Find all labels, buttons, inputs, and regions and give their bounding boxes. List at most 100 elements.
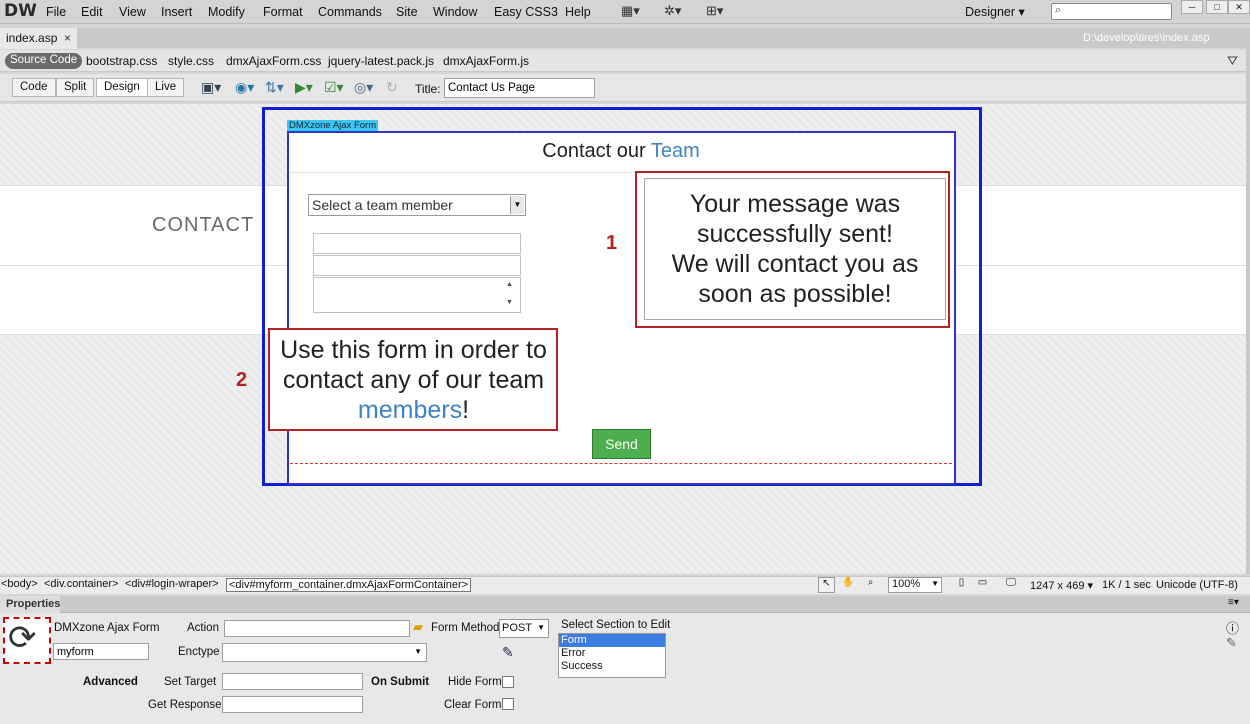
chevron-down-icon: ▼ <box>537 623 545 632</box>
tag-selector[interactable]: <div.container> <box>44 578 118 590</box>
code-view-button[interactable]: Code <box>12 78 56 97</box>
success-message-line: Your message was <box>689 190 901 218</box>
globe-icon[interactable]: ◉▾ <box>235 79 254 96</box>
filter-icon[interactable]: ⛛ <box>1227 53 1238 69</box>
form-method-select[interactable]: POST ▼ <box>499 619 549 638</box>
menu-easy-css3[interactable]: Easy CSS3 <box>494 5 558 19</box>
related-file[interactable]: bootstrap.css <box>86 54 157 68</box>
split-view-button[interactable]: Split <box>56 78 95 97</box>
ajax-form-label[interactable]: DMXzone Ajax Form <box>287 120 379 131</box>
tag-selector[interactable]: <body> <box>1 578 38 590</box>
success-message-line: We will contact you as <box>671 250 919 278</box>
action-label: Action <box>187 622 219 634</box>
preview-icon[interactable]: ▶▾ <box>295 79 313 96</box>
zoom-icon[interactable]: ⌕ <box>862 577 879 593</box>
chevron-down-icon[interactable]: ▼ <box>510 196 524 214</box>
menu-help[interactable]: Help <box>565 5 591 19</box>
search-icon: ⌕ <box>1055 4 1062 16</box>
form-heading: Contact our Team <box>288 140 954 163</box>
form-id-input[interactable] <box>53 643 149 660</box>
menu-modify[interactable]: Modify <box>208 5 245 19</box>
tag-selector[interactable]: <div#login-wraper> <box>125 578 219 590</box>
visual-aids-icon[interactable]: ◎▾ <box>354 79 373 96</box>
scroll-up-icon[interactable]: ▲ <box>506 281 513 288</box>
tag-selector-selected[interactable]: <div#myform_container.dmxAjaxFormContain… <box>226 578 472 592</box>
related-file[interactable]: dmxAjaxForm.css <box>226 54 321 68</box>
source-code-button[interactable]: Source Code <box>5 53 83 69</box>
help-search-input[interactable]: ⌕ <box>1051 3 1172 20</box>
section-listbox[interactable]: Form Error Success <box>558 633 666 678</box>
menu-view[interactable]: View <box>119 5 146 19</box>
hide-form-label: Hide Form <box>448 676 502 688</box>
success-message: Your message was successfully sent! We w… <box>646 189 944 309</box>
document-toolbar <box>0 74 1250 102</box>
contact-heading: CONTACT <box>152 214 255 236</box>
hand-icon[interactable]: ✋ <box>840 577 857 593</box>
hide-form-checkbox[interactable] <box>502 676 514 688</box>
menu-format[interactable]: Format <box>263 5 303 19</box>
action-input[interactable] <box>224 620 410 637</box>
tablet-size-icon[interactable]: ▭ <box>974 577 991 593</box>
element-type-label: DMXzone Ajax Form <box>54 622 160 634</box>
related-file[interactable]: jquery-latest.pack.js <box>328 54 434 68</box>
edit-tag-icon[interactable]: ✎ <box>502 644 514 661</box>
email-field[interactable] <box>313 255 521 276</box>
annotation-number-1: 1 <box>606 232 618 254</box>
form-intro-text: Use this form in order to contact any of… <box>270 335 557 425</box>
dreamweaver-logo: DW <box>4 1 37 21</box>
team-member-select[interactable]: Select a team member <box>308 194 526 216</box>
page-title-input[interactable] <box>444 78 595 98</box>
form-method-label: Form Method <box>431 622 500 634</box>
design-view-button[interactable]: Design <box>96 78 148 97</box>
properties-tab[interactable]: Properties <box>0 596 60 613</box>
zoom-select[interactable]: 100% ▼ <box>888 577 942 593</box>
quick-tag-editor-icon[interactable]: ✎ <box>1226 635 1237 651</box>
refresh-icon[interactable]: ↻ <box>386 79 398 96</box>
success-message-line: successfully sent! <box>697 220 893 248</box>
gear-icon[interactable]: ✲▾ <box>664 3 681 19</box>
menu-insert[interactable]: Insert <box>161 5 192 19</box>
site-map-icon[interactable]: ⊞▾ <box>706 3 723 19</box>
menu-commands[interactable]: Commands <box>318 5 382 19</box>
phone-size-icon[interactable]: ▯ <box>953 577 970 593</box>
section-option-success[interactable]: Success <box>559 660 665 673</box>
intro-line: Use this form in order to <box>280 336 547 364</box>
file-management-icon[interactable]: ⇅▾ <box>265 79 284 96</box>
workspace-switcher[interactable]: Designer ▾ <box>965 4 1025 19</box>
get-response-input[interactable] <box>222 696 363 713</box>
section-option-form[interactable]: Form <box>559 634 665 647</box>
clear-form-checkbox[interactable] <box>502 698 514 710</box>
close-tab-icon[interactable]: × <box>64 31 71 45</box>
menu-edit[interactable]: Edit <box>81 5 103 19</box>
set-target-input[interactable] <box>222 673 363 690</box>
close-window-icon[interactable]: ✕ <box>1228 0 1250 14</box>
folder-icon[interactable]: ▰ <box>413 619 423 635</box>
live-view-button[interactable]: Live <box>147 78 185 97</box>
panel-menu-icon[interactable]: ≡▾ <box>1228 597 1239 608</box>
section-option-error[interactable]: Error <box>559 647 665 660</box>
multiscreen-icon[interactable]: ▣▾ <box>201 79 221 96</box>
zoom-value: 100% <box>892 578 921 590</box>
menu-file[interactable]: File <box>46 5 66 19</box>
check-page-icon[interactable]: ☑▾ <box>324 79 344 96</box>
advanced-label: Advanced <box>83 676 138 688</box>
menu-window[interactable]: Window <box>433 5 477 19</box>
minimize-icon[interactable]: ─ <box>1181 0 1203 14</box>
vertical-scrollbar[interactable] <box>1246 28 1250 574</box>
enctype-select[interactable]: ▼ <box>222 643 427 662</box>
scroll-down-icon[interactable]: ▼ <box>506 299 513 306</box>
desktop-size-icon[interactable]: 🖵 <box>1000 577 1022 593</box>
send-button[interactable]: Send <box>592 429 651 459</box>
related-file[interactable]: style.css <box>168 54 214 68</box>
related-file[interactable]: dmxAjaxForm.js <box>443 54 529 68</box>
pointer-icon[interactable]: ↖ <box>818 577 835 593</box>
get-response-label: Get Response <box>148 699 222 711</box>
properties-header <box>0 596 1250 613</box>
maximize-icon[interactable]: □ <box>1206 0 1228 14</box>
name-field[interactable] <box>313 233 521 254</box>
menu-site[interactable]: Site <box>396 5 418 19</box>
message-field[interactable] <box>313 277 521 313</box>
on-submit-label: On Submit <box>371 676 430 688</box>
layout-icon[interactable]: ▦▾ <box>621 3 640 19</box>
window-size[interactable]: 1247 x 469 ▾ <box>1030 579 1093 592</box>
